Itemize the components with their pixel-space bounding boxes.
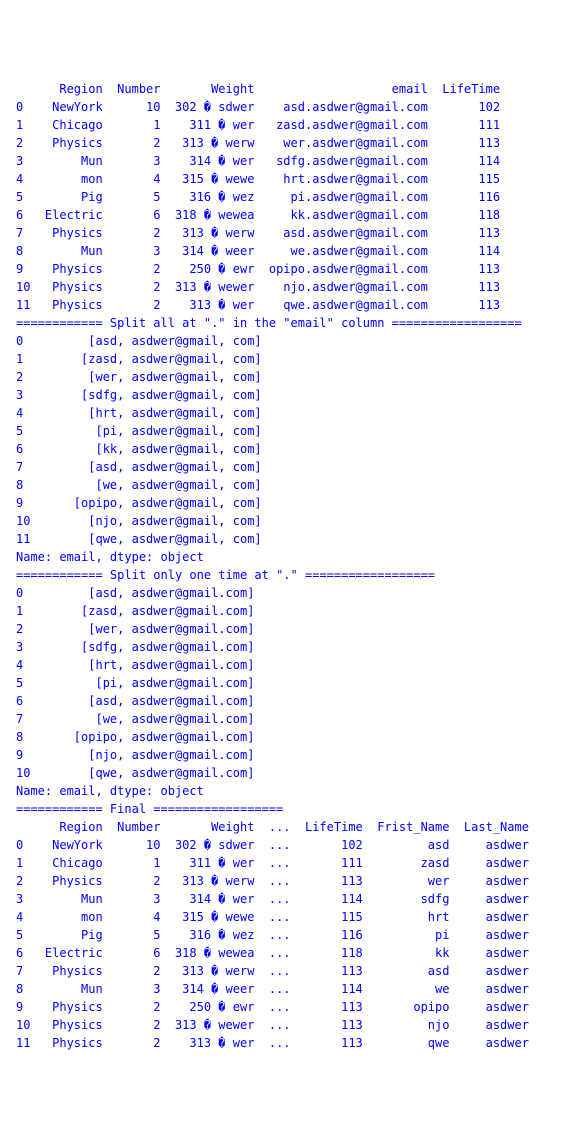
- split-one-row: 5 [pi, asdwer@gmail.com]: [16, 676, 254, 690]
- table2-row: 7 Physics 2 313 � werw ... 113 asd asdwe…: [16, 964, 529, 978]
- split-one-row: 0 [asd, asdwer@gmail.com]: [16, 586, 254, 600]
- console-output: Region Number Weight email LifeTime 0 Ne…: [16, 80, 551, 1052]
- split-all-row: 7 [asd, asdwer@gmail, com]: [16, 460, 262, 474]
- table1-row: 10 Physics 2 313 � wewer njo.asdwer@gmai…: [16, 280, 500, 294]
- series-footer: Name: email, dtype: object: [16, 550, 204, 564]
- table2-row: 1 Chicago 1 311 � wer ... 111 zasd asdwe…: [16, 856, 529, 870]
- table1-row: 2 Physics 2 313 � werw wer.asdwer@gmail.…: [16, 136, 500, 150]
- split-one-row: 6 [asd, asdwer@gmail.com]: [16, 694, 254, 708]
- table1-row: 7 Physics 2 313 � werw asd.asdwer@gmail.…: [16, 226, 500, 240]
- split-all-row: 1 [zasd, asdwer@gmail, com]: [16, 352, 262, 366]
- separator-final: ============ Final ==================: [16, 802, 283, 816]
- table1-row: 11 Physics 2 313 � wer qwe.asdwer@gmail.…: [16, 298, 500, 312]
- split-all-row: 8 [we, asdwer@gmail, com]: [16, 478, 262, 492]
- table2-row: 2 Physics 2 313 � werw ... 113 wer asdwe…: [16, 874, 529, 888]
- split-all-row: 2 [wer, asdwer@gmail, com]: [16, 370, 262, 384]
- table2-row: 4 mon 4 315 � wewe ... 115 hrt asdwer: [16, 910, 529, 924]
- table2-header: Region Number Weight ... LifeTime Frist_…: [16, 820, 529, 834]
- table1-row: 4 mon 4 315 � wewe hrt.asdwer@gmail.com …: [16, 172, 500, 186]
- split-all-row: 5 [pi, asdwer@gmail, com]: [16, 424, 262, 438]
- table2-row: 10 Physics 2 313 � wewer ... 113 njo asd…: [16, 1018, 529, 1032]
- table2-row: 6 Electric 6 318 � wewea ... 118 kk asdw…: [16, 946, 529, 960]
- table1-header: Region Number Weight email LifeTime: [16, 82, 500, 96]
- split-one-row: 2 [wer, asdwer@gmail.com]: [16, 622, 254, 636]
- split-all-row: 11 [qwe, asdwer@gmail, com]: [16, 532, 262, 546]
- table2-row: 8 Mun 3 314 � weer ... 114 we asdwer: [16, 982, 529, 996]
- table1-row: 8 Mun 3 314 � weer we.asdwer@gmail.com 1…: [16, 244, 500, 258]
- split-one-row: 9 [njo, asdwer@gmail.com]: [16, 748, 254, 762]
- split-all-row: 10 [njo, asdwer@gmail, com]: [16, 514, 262, 528]
- split-all-row: 0 [asd, asdwer@gmail, com]: [16, 334, 262, 348]
- split-one-row: 3 [sdfg, asdwer@gmail.com]: [16, 640, 254, 654]
- separator-split-all: ============ Split all at "." in the "em…: [16, 316, 522, 330]
- table1-row: 3 Mun 3 314 � wer sdfg.asdwer@gmail.com …: [16, 154, 500, 168]
- split-one-row: 7 [we, asdwer@gmail.com]: [16, 712, 254, 726]
- separator-split-one: ============ Split only one time at "." …: [16, 568, 435, 582]
- table2-row: 3 Mun 3 314 � wer ... 114 sdfg asdwer: [16, 892, 529, 906]
- table1-row: 6 Electric 6 318 � wewea kk.asdwer@gmail…: [16, 208, 500, 222]
- split-one-row: 1 [zasd, asdwer@gmail.com]: [16, 604, 254, 618]
- table2-row: 11 Physics 2 313 � wer ... 113 qwe asdwe…: [16, 1036, 529, 1050]
- split-all-row: 3 [sdfg, asdwer@gmail, com]: [16, 388, 262, 402]
- table1-row: 5 Pig 5 316 � wez pi.asdwer@gmail.com 11…: [16, 190, 500, 204]
- split-all-row: 4 [hrt, asdwer@gmail, com]: [16, 406, 262, 420]
- table1-row: 1 Chicago 1 311 � wer zasd.asdwer@gmail.…: [16, 118, 500, 132]
- split-one-row: 4 [hrt, asdwer@gmail.com]: [16, 658, 254, 672]
- split-all-row: 6 [kk, asdwer@gmail, com]: [16, 442, 262, 456]
- split-one-row: 8 [opipo, asdwer@gmail.com]: [16, 730, 254, 744]
- table2-row: 0 NewYork 10 302 � sdwer ... 102 asd asd…: [16, 838, 529, 852]
- table2-row: 5 Pig 5 316 � wez ... 116 pi asdwer: [16, 928, 529, 942]
- split-all-row: 9 [opipo, asdwer@gmail, com]: [16, 496, 262, 510]
- table2-row: 9 Physics 2 250 � ewr ... 113 opipo asdw…: [16, 1000, 529, 1014]
- table1-row: 9 Physics 2 250 � ewr opipo.asdwer@gmail…: [16, 262, 500, 276]
- split-one-row: 10 [qwe, asdwer@gmail.com]: [16, 766, 254, 780]
- series-footer: Name: email, dtype: object: [16, 784, 204, 798]
- table1-row: 0 NewYork 10 302 � sdwer asd.asdwer@gmai…: [16, 100, 500, 114]
